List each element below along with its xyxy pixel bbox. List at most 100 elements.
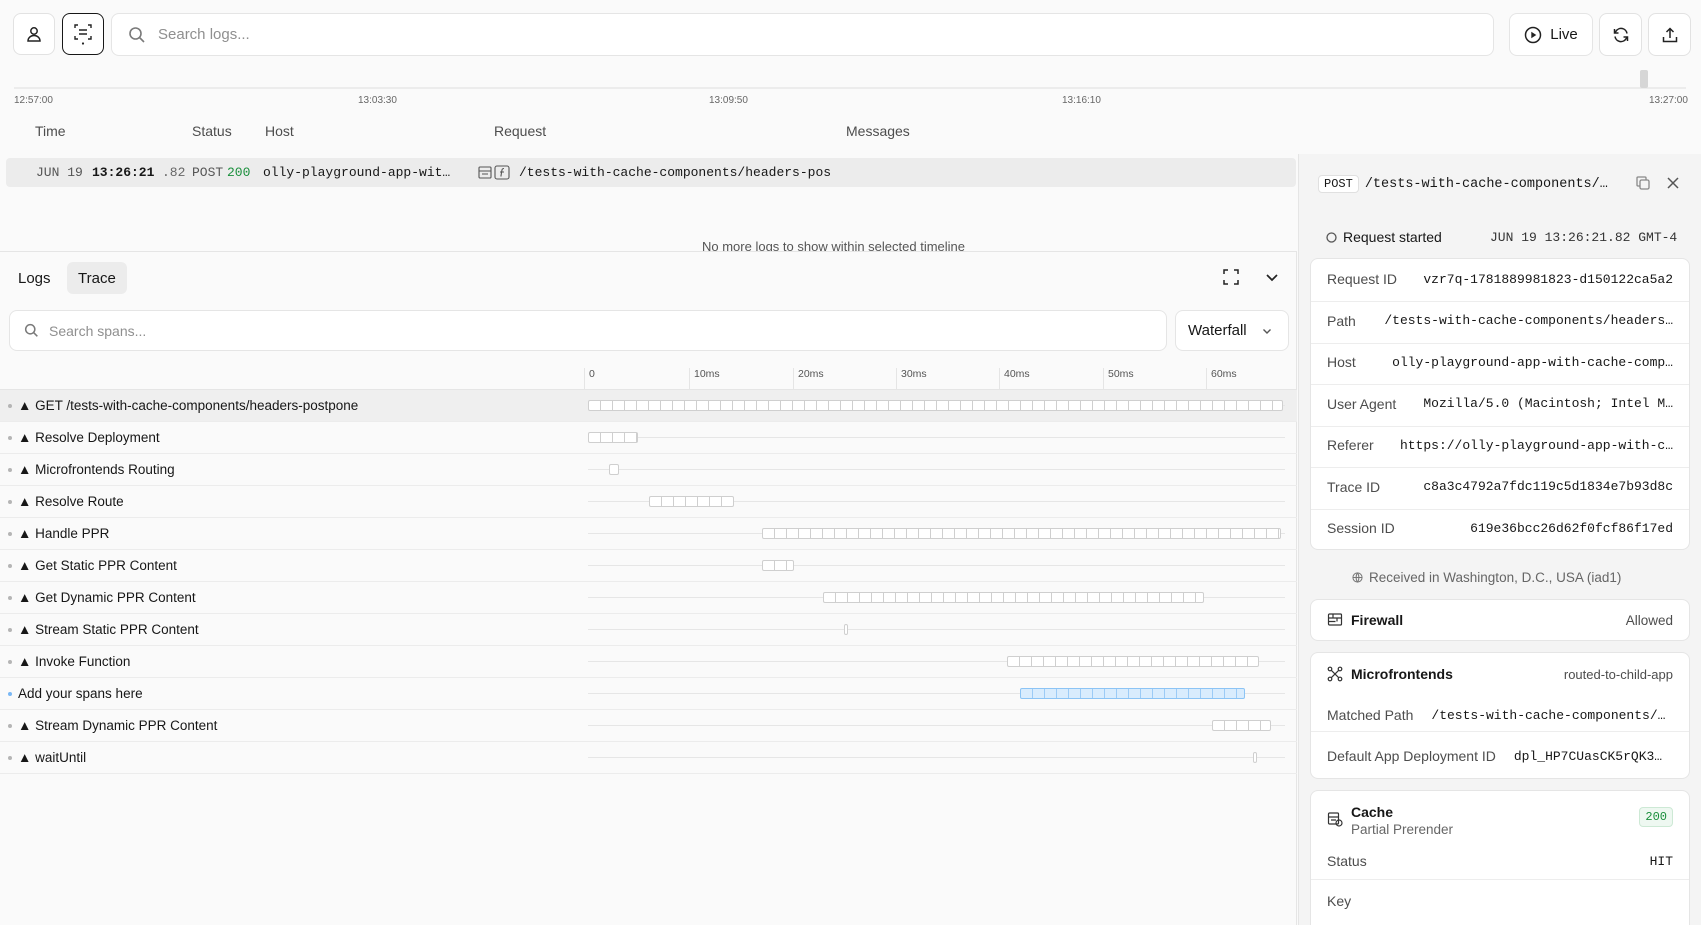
cache-status-value: HIT — [1649, 853, 1673, 869]
export-button[interactable] — [1648, 13, 1691, 56]
refresh-button[interactable] — [1599, 13, 1642, 56]
column-header-request[interactable]: Request — [494, 123, 546, 139]
span-row[interactable]: ▲ Microfrontends Routing — [0, 454, 1297, 486]
circle-icon — [1326, 231, 1337, 243]
span-dot — [8, 467, 12, 472]
query-mode-button[interactable] — [62, 13, 104, 55]
microfrontends-header: Microfrontends routed-to-child-app — [1327, 666, 1673, 682]
span-row[interactable]: ▲ Resolve Deployment — [0, 422, 1297, 454]
copy-icon — [1636, 176, 1650, 190]
span-name: ▲ Stream Static PPR Content — [18, 622, 199, 637]
time-scale-tick: 30ms — [896, 368, 927, 390]
cache-status-key: Status — [1327, 853, 1367, 869]
span-bar[interactable] — [1007, 656, 1259, 667]
span-dot — [8, 595, 12, 600]
detail-field-value: c8a3c4792a7fdc119c5d1834e7b93d8c — [1423, 479, 1673, 494]
span-bar[interactable] — [1253, 752, 1258, 763]
span-bar[interactable] — [1212, 720, 1271, 731]
span-dot — [8, 531, 12, 536]
cache-icon — [1327, 812, 1343, 827]
time-scale-tick: 50ms — [1103, 368, 1134, 390]
log-status: 200 — [227, 165, 251, 180]
log-row[interactable]: JUN 19 13:26:21 .82 POST 200 olly-playgr… — [6, 158, 1296, 187]
tab-logs[interactable]: Logs — [7, 262, 62, 294]
log-ms: .82 — [162, 165, 186, 180]
span-bar[interactable] — [762, 560, 794, 571]
matched-path-row: Matched Path /tests-with-cache-component… — [1327, 707, 1673, 723]
span-row[interactable]: ▲ Stream Dynamic PPR Content — [0, 710, 1297, 742]
span-track — [588, 629, 1285, 630]
received-location: Received in Washington, D.C., USA (iad1) — [1352, 570, 1621, 585]
collapse-pane-button[interactable] — [1263, 268, 1281, 289]
detail-field-row[interactable]: Host olly-playground-app-with-cache-comp… — [1327, 354, 1673, 370]
firewall-status: Allowed — [1625, 612, 1673, 628]
tab-trace[interactable]: Trace — [67, 262, 127, 294]
detail-field-row[interactable]: Referer https://olly-playground-app-with-… — [1327, 437, 1673, 453]
span-name: ▲ GET /tests-with-cache-components/heade… — [18, 398, 359, 413]
timeline-handle[interactable] — [1640, 70, 1648, 88]
detail-field-key: Referer — [1327, 437, 1374, 453]
span-dot — [8, 691, 12, 696]
span-row[interactable]: Add your spans here — [0, 678, 1297, 710]
detail-field-row[interactable]: User Agent Mozilla/5.0 (Macintosh; Intel … — [1327, 396, 1673, 412]
firewall-card[interactable]: Firewall Allowed — [1310, 599, 1690, 641]
detail-field-row[interactable]: Session ID 619e36bcc26d62f0fcf86f17ed — [1327, 520, 1673, 536]
log-path: /tests-with-cache-components/headers-pos — [519, 165, 832, 180]
span-bar[interactable] — [844, 624, 849, 635]
column-header-status[interactable]: Status — [192, 123, 232, 139]
span-dot — [8, 627, 12, 632]
span-bar[interactable] — [588, 432, 639, 443]
firewall-icon — [1327, 613, 1343, 626]
span-row[interactable]: ▲ Handle PPR — [0, 518, 1297, 550]
view-mode-label: Waterfall — [1188, 322, 1247, 339]
cache-title: Cache — [1351, 804, 1394, 820]
column-header-time[interactable]: Time — [35, 123, 66, 139]
span-row[interactable]: ▲ Invoke Function — [0, 646, 1297, 678]
span-name: ▲ Invoke Function — [18, 654, 131, 669]
detail-field-value: Mozilla/5.0 (Macintosh; Intel M… — [1423, 396, 1673, 411]
span-row[interactable]: ▲ Get Dynamic PPR Content — [0, 582, 1297, 614]
span-bar[interactable] — [608, 464, 619, 475]
microfrontends-card: Microfrontends routed-to-child-app Match… — [1310, 652, 1690, 779]
log-date: JUN 19 — [36, 165, 83, 180]
span-search-input[interactable]: Search spans... — [9, 310, 1167, 351]
default-app-value: dpl_HP7CUasCK5rQK3… — [1513, 748, 1663, 764]
detail-field-value: olly-playground-app-with-cache-comp… — [1392, 354, 1673, 370]
copy-button[interactable] — [1635, 175, 1651, 194]
view-mode-select[interactable]: Waterfall — [1175, 310, 1289, 351]
search-placeholder: Search logs... — [158, 26, 250, 43]
column-header-host[interactable]: Host — [265, 123, 294, 139]
span-dot — [8, 659, 12, 664]
span-row[interactable]: ▲ Stream Static PPR Content — [0, 614, 1297, 646]
span-bar[interactable] — [1019, 688, 1246, 699]
log-time: 13:26:21 — [92, 165, 155, 180]
detail-field-value: vzr7q-1781889981823-d150122ca5a2 — [1423, 271, 1673, 287]
span-name: ▲ Stream Dynamic PPR Content — [18, 718, 218, 733]
account-button[interactable] — [13, 13, 55, 55]
span-row[interactable]: ▲ GET /tests-with-cache-components/heade… — [0, 390, 1297, 422]
span-row[interactable]: ▲ Resolve Route — [0, 486, 1297, 518]
span-bar[interactable] — [648, 496, 735, 507]
detail-field-row[interactable]: Trace ID c8a3c4792a7fdc119c5d1834e7b93d8c — [1327, 479, 1673, 495]
span-bar[interactable] — [822, 592, 1204, 603]
span-bar[interactable] — [588, 400, 1284, 411]
span-row[interactable]: ▲ Get Static PPR Content — [0, 550, 1297, 582]
expand-button[interactable] — [1222, 268, 1240, 289]
close-button[interactable] — [1665, 175, 1681, 194]
divider — [1311, 508, 1689, 510]
detail-path: /tests-with-cache-components/… — [1364, 176, 1608, 192]
span-dot — [8, 403, 12, 408]
span-name: Add your spans here — [18, 686, 143, 701]
span-track — [588, 757, 1285, 758]
span-bar[interactable] — [762, 528, 1282, 539]
cache-key-label: Key — [1327, 893, 1352, 909]
live-button[interactable]: Live — [1509, 13, 1593, 56]
column-header-messages[interactable]: Messages — [846, 123, 910, 139]
log-search-input[interactable]: Search logs... — [111, 13, 1494, 56]
detail-field-row[interactable]: Request ID vzr7q-1781889981823-d150122ca5… — [1327, 271, 1673, 287]
time-scale-tick: 40ms — [999, 368, 1030, 390]
cache-status-row: Status HIT — [1327, 853, 1673, 869]
span-row[interactable]: ▲ waitUntil — [0, 742, 1297, 774]
detail-field-row[interactable]: Path/tests-with-cache-components/headers… — [1327, 313, 1673, 329]
timeline-track[interactable] — [14, 87, 1686, 89]
